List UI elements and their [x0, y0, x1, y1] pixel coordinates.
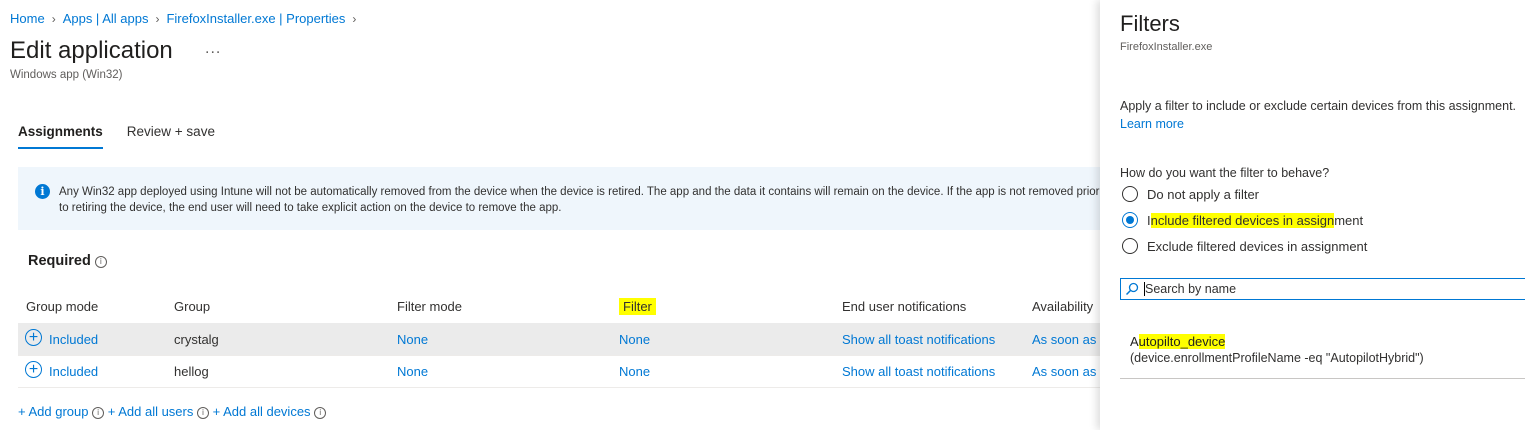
filters-panel-title: Filters — [1120, 11, 1180, 36]
info-circle-icon[interactable]: i — [92, 407, 105, 419]
filter-name: Autopilto_device — [1130, 334, 1226, 349]
chevron-right-icon: › — [352, 12, 357, 26]
add-all-devices-link[interactable]: + Add all devices — [213, 404, 311, 419]
info-circle-icon[interactable]: i — [197, 407, 209, 419]
filter-list-item[interactable]: Autopilto_device (device.enrollmentProfi… — [1120, 330, 1525, 379]
column-header-group-mode: Group mode — [26, 299, 99, 314]
breadcrumb-home[interactable]: Home — [10, 11, 45, 26]
tab-assignments[interactable]: Assignments — [18, 121, 103, 149]
required-label: Required — [28, 253, 91, 269]
radio-button-selected[interactable] — [1122, 212, 1138, 228]
search-input[interactable] — [1145, 281, 1525, 297]
add-group-link[interactable]: + Add group — [18, 404, 88, 419]
radio-label: Exclude filtered devices in assignment — [1147, 239, 1368, 254]
more-options-button[interactable]: ... — [205, 40, 221, 58]
column-header-filter: Filter — [615, 297, 660, 316]
filter-rule: (device.enrollmentProfileName -eq "Autop… — [1130, 351, 1424, 365]
breadcrumb-all-apps[interactable]: Apps | All apps — [63, 11, 149, 26]
breadcrumb: Home › Apps | All apps › FirefoxInstaller.ex… — [10, 11, 363, 26]
table-row[interactable]: + Included hellog None None Show all toa… — [18, 355, 1100, 388]
add-links-row: + Add group i + Add all users i + Add al… — [18, 404, 327, 419]
group-name: hellog — [174, 364, 209, 379]
info-circle-icon[interactable]: i — [94, 256, 107, 268]
filter-mode-link[interactable]: None — [397, 332, 428, 347]
group-mode-link[interactable]: Included — [49, 332, 98, 347]
table-row[interactable]: + Included crystalg None None Show all t… — [18, 323, 1100, 356]
column-header-end-user-notifications: End user notifications — [842, 299, 967, 314]
notifications-link[interactable]: Show all toast notifications — [842, 364, 995, 379]
learn-more-link[interactable]: Learn more — [1120, 117, 1184, 131]
tab-bar: Assignments Review + save — [18, 121, 239, 149]
filters-panel-subtitle: FirefoxInstaller.exe — [1120, 41, 1213, 53]
filter-link[interactable]: None — [619, 332, 650, 347]
radio-button[interactable] — [1122, 186, 1138, 202]
filter-link[interactable]: None — [619, 364, 650, 379]
filters-description: Apply a filter to include or exclude cer… — [1120, 99, 1517, 113]
info-circle-icon[interactable]: i — [314, 407, 327, 419]
main-pane: Home › Apps | All apps › FirefoxInstaller.ex… — [0, 0, 1100, 430]
filter-mode-link[interactable]: None — [397, 364, 428, 379]
chevron-right-icon: › — [51, 12, 56, 26]
filter-behavior-question: How do you want the filter to behave? — [1120, 166, 1330, 180]
search-box[interactable] — [1120, 278, 1525, 300]
page-subtitle: Windows app (Win32) — [10, 69, 123, 81]
tab-review-save[interactable]: Review + save — [127, 121, 215, 149]
breadcrumb-properties[interactable]: FirefoxInstaller.exe | Properties — [166, 11, 345, 26]
availability-link[interactable]: As soon as possible — [1032, 332, 1100, 347]
notifications-link[interactable]: Show all toast notifications — [842, 332, 995, 347]
radio-label: Include filtered devices in assignment — [1147, 213, 1364, 228]
chevron-right-icon: › — [155, 12, 160, 26]
group-name: crystalg — [174, 332, 219, 347]
required-section-title: Required i — [28, 253, 107, 269]
add-circle-icon[interactable]: + — [25, 329, 42, 346]
page-title: Edit application — [10, 37, 173, 64]
info-banner: i Any Win32 app deployed using Intune wi… — [18, 167, 1100, 230]
column-header-filter-mode: Filter mode — [397, 299, 463, 314]
add-all-users-link[interactable]: + Add all users — [108, 404, 194, 419]
info-banner-text: Any Win32 app deployed using Intune will… — [59, 186, 1100, 214]
filters-panel: Filters FirefoxInstaller.exe Apply a fil… — [1100, 0, 1525, 430]
group-mode-link[interactable]: Included — [49, 364, 98, 379]
info-icon: i — [35, 184, 50, 199]
radio-button[interactable] — [1122, 238, 1138, 254]
availability-link[interactable]: As soon as possible — [1032, 364, 1100, 379]
search-icon — [1125, 282, 1139, 296]
add-circle-icon[interactable]: + — [25, 361, 42, 378]
column-header-group: Group — [174, 299, 211, 314]
column-header-availability: Availability — [1032, 299, 1094, 314]
radio-label: Do not apply a filter — [1147, 187, 1260, 202]
